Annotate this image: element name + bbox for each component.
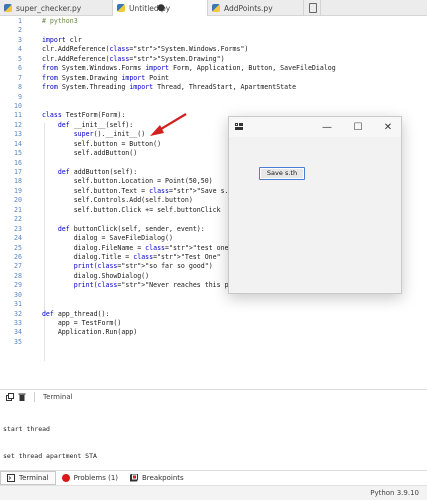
maximize-button[interactable]: ☐ <box>348 119 368 135</box>
app-icon <box>235 123 243 130</box>
trash-icon[interactable] <box>18 393 26 401</box>
copy-icon[interactable] <box>6 393 14 401</box>
tab-problems[interactable]: Problems (1) <box>56 471 124 485</box>
window-titlebar[interactable]: — ☐ ✕ <box>229 117 401 137</box>
tab-label: Breakpoints <box>142 473 184 482</box>
breakpoints-icon <box>130 473 138 481</box>
python-version[interactable]: Python 3.9.10 <box>370 489 419 497</box>
tab-breakpoints[interactable]: Breakpoints <box>124 471 190 485</box>
save-button[interactable]: Save s.th <box>259 167 305 180</box>
tab-label: Terminal <box>19 473 49 482</box>
terminal-title: Terminal <box>43 393 73 401</box>
toolbar-divider <box>34 392 35 402</box>
terminal-line: start thread <box>3 425 50 433</box>
terminal-line: set thread apartment STA <box>3 452 97 460</box>
terminal-toolbar: Terminal <box>0 389 427 404</box>
minimize-button[interactable]: — <box>317 119 337 135</box>
tab-terminal[interactable]: Terminal <box>0 470 56 485</box>
bottom-panel-tabs: Terminal Problems (1) Breakpoints <box>0 470 427 485</box>
test-form-window[interactable]: — ☐ ✕ Save s.th <box>228 116 402 294</box>
error-icon <box>61 473 70 482</box>
terminal-output[interactable]: start thread set thread apartment STA <box>3 407 97 470</box>
terminal-icon <box>7 473 15 482</box>
status-bar: Python 3.9.10 <box>0 485 427 500</box>
close-button[interactable]: ✕ <box>378 119 398 135</box>
tab-label: Problems (1) <box>73 473 118 482</box>
